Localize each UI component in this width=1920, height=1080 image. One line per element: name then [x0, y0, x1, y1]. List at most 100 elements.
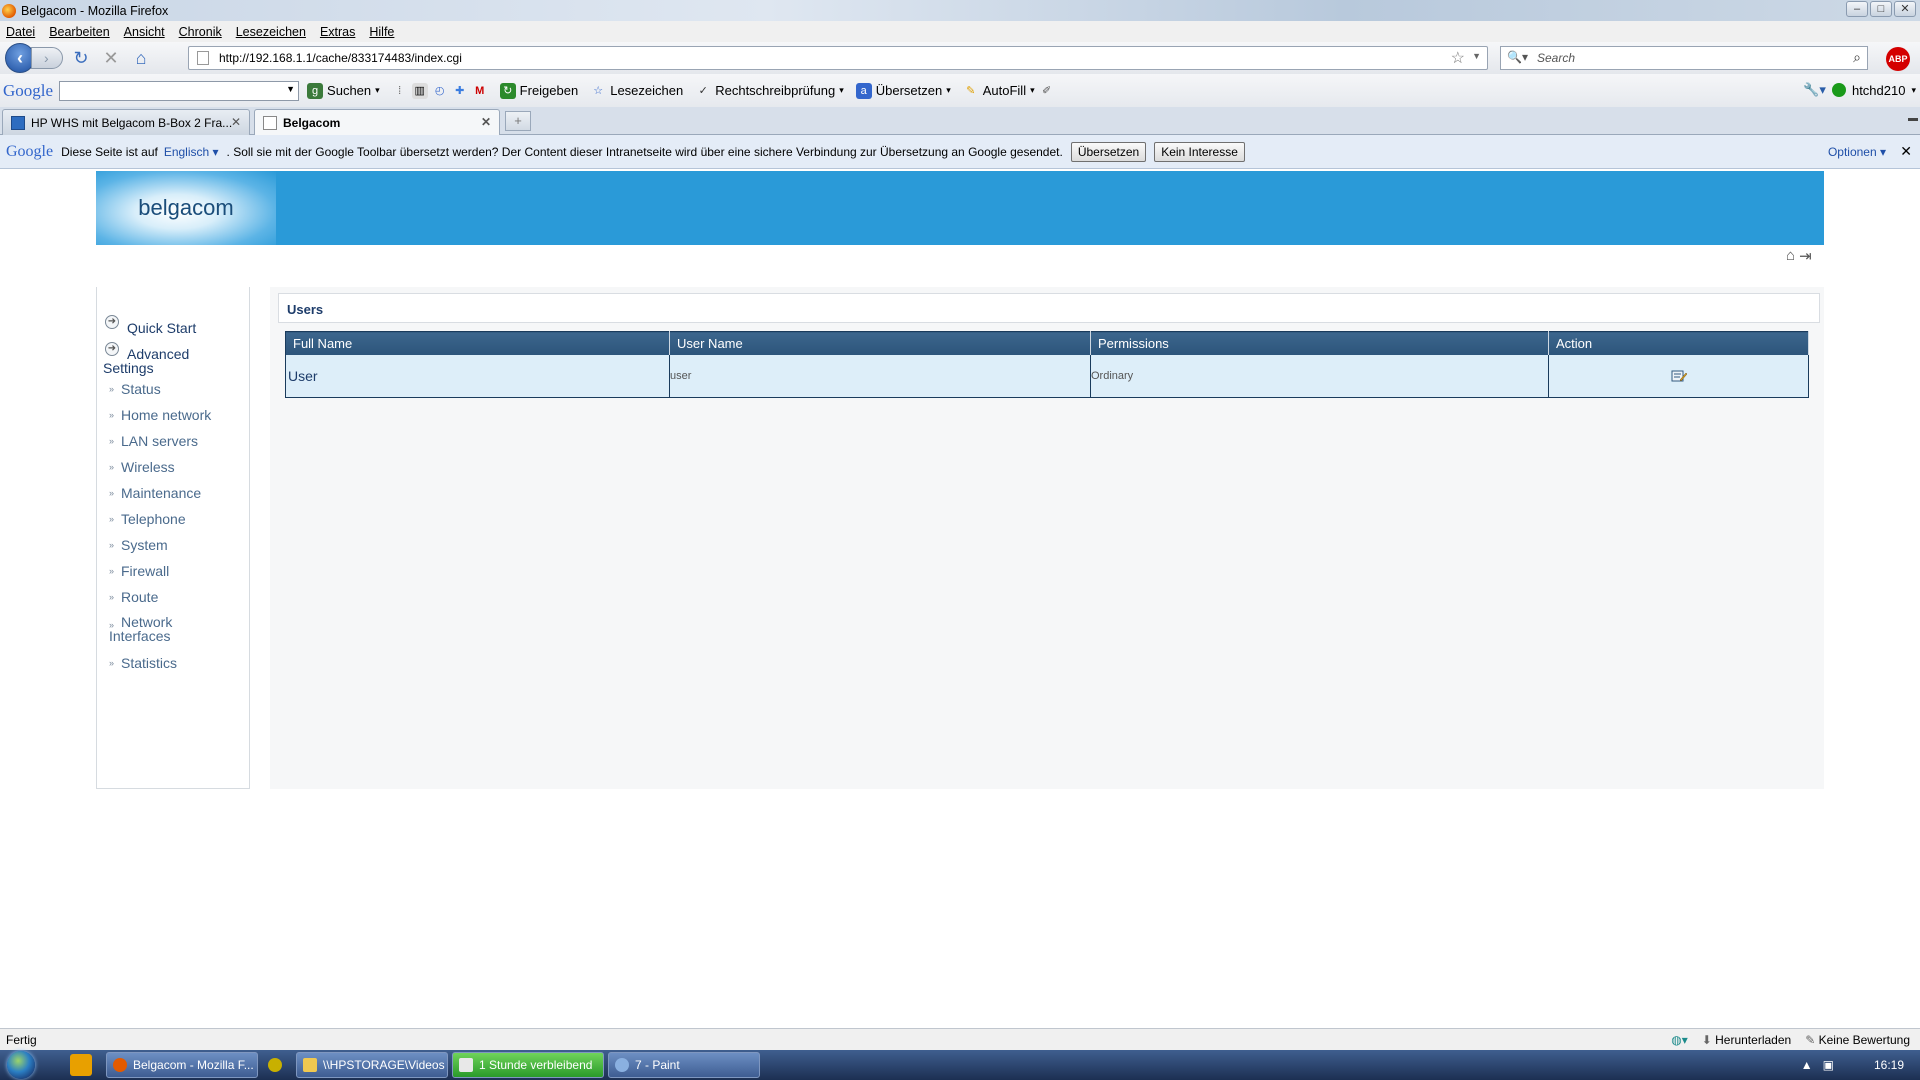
chevron-down-icon[interactable]: ▼	[286, 84, 295, 94]
rating-icon: ✎	[1805, 1033, 1816, 1047]
url-dropdown-icon[interactable]: ▼	[1472, 51, 1481, 61]
column-header-permissions: Permissions	[1090, 331, 1549, 355]
sidebar-item-statistics[interactable]: Statistics	[109, 655, 177, 671]
menu-extras[interactable]: Extras	[320, 25, 355, 39]
options-menu[interactable]: Optionen ▾	[1828, 145, 1886, 159]
tab-list-icon[interactable]: ▬	[1908, 113, 1918, 124]
tab-label: HP WHS mit Belgacom B-Box 2 Fra...	[31, 115, 233, 130]
sidebar-item-quick-start[interactable]: ➜ Quick Start	[105, 315, 196, 336]
highlight-icon[interactable]: ⁞	[392, 83, 408, 99]
google-account[interactable]: 🔧▾ htchd210 ▾	[1803, 82, 1916, 98]
cell-user-name: user	[669, 354, 1091, 398]
sidebar-item-network-interfaces[interactable]: Network Interfaces	[109, 615, 219, 643]
search-engine-icon[interactable]: 🔍▾	[1507, 50, 1528, 64]
sidebar-item-route[interactable]: Route	[109, 589, 158, 605]
translate-message: . Soll sie mit der Google Toolbar überse…	[226, 144, 1063, 159]
globe-icon[interactable]: ◍▾	[1671, 1033, 1688, 1047]
google-logo: Google	[6, 142, 54, 160]
translate-page-button[interactable]: Übersetzen	[1070, 141, 1147, 162]
clock-icon[interactable]: ◴	[432, 83, 448, 99]
menu-hilfe[interactable]: Hilfe	[369, 25, 394, 39]
quicklaunch-icon[interactable]	[70, 1054, 92, 1076]
sidebar-item-lan-servers[interactable]: LAN servers	[109, 433, 198, 449]
taskbar-item-paint[interactable]: 7 - Paint	[608, 1052, 760, 1078]
sidebar-item-status[interactable]: Status	[109, 381, 161, 397]
menu-lesezeichen[interactable]: Lesezeichen	[236, 25, 306, 39]
main-panel: Users Full Name User Name Permissions Ac…	[270, 287, 1824, 789]
menu-ansicht[interactable]: Ansicht	[124, 25, 165, 39]
spellcheck-button[interactable]: ✓ Rechtschreibprüfung ▾	[695, 83, 844, 99]
tab-label: Belgacom	[283, 115, 341, 130]
language-select[interactable]: Englisch ▾	[164, 145, 219, 159]
google-search-input[interactable]: ▼	[59, 80, 300, 101]
url-bar[interactable]: http://192.168.1.1/cache/833174483/index…	[188, 46, 1488, 70]
taskbar-item-app[interactable]	[262, 1052, 292, 1078]
stop-icon[interactable]: ✕	[99, 46, 123, 70]
paint-icon	[615, 1058, 629, 1072]
sidebar-item-wireless[interactable]: Wireless	[109, 459, 175, 475]
google-logo: Google	[3, 80, 54, 100]
tab-hp-whs[interactable]: HP WHS mit Belgacom B-Box 2 Fra... ✕	[2, 109, 250, 135]
download-icon: ⬇	[1701, 1033, 1712, 1047]
tab-belgacom[interactable]: Belgacom ✕	[254, 109, 500, 135]
maximize-button[interactable]: □	[1870, 1, 1892, 17]
settings-pencil-icon[interactable]: ✐	[1039, 83, 1055, 99]
translate-button[interactable]: a Übersetzen ▾	[855, 82, 951, 99]
close-tab-icon[interactable]: ✕	[481, 115, 491, 129]
clock[interactable]: 16:19	[1874, 1058, 1904, 1072]
logout-icon[interactable]: ⇥	[1799, 247, 1812, 265]
sidebar-item-telephone[interactable]: Telephone	[109, 511, 186, 527]
show-hidden-icons[interactable]: ▲	[1801, 1058, 1813, 1072]
column-header-action: Action	[1548, 331, 1809, 355]
sidebar-item-system[interactable]: System	[109, 537, 168, 553]
close-tab-icon[interactable]: ✕	[231, 115, 241, 129]
download-button[interactable]: ⬇ Herunterladen	[1702, 1033, 1791, 1047]
sidebar-item-firewall[interactable]: Firewall	[109, 563, 169, 579]
bookmark-star-icon[interactable]: ☆	[1451, 48, 1465, 68]
google-search-button[interactable]: g Suchen ▾	[307, 82, 380, 99]
arrow-right-icon: ➜	[105, 342, 119, 356]
home-icon[interactable]: ⌂	[129, 46, 153, 70]
adblock-icon[interactable]: ABP	[1886, 47, 1910, 71]
forward-button[interactable]: ›	[31, 47, 63, 69]
bookmarks-button[interactable]: ☆ Lesezeichen	[590, 83, 683, 99]
window-titlebar: Belgacom - Mozilla Firefox – □ ✕	[0, 0, 1920, 21]
menu-bearbeiten[interactable]: Bearbeiten	[49, 25, 109, 39]
taskbar-item-copy-progress[interactable]: 1 Stunde verbleibend	[452, 1052, 604, 1078]
translate-bar: Google Diese Seite ist auf Englisch ▾ . …	[0, 135, 1920, 169]
share-button[interactable]: ↻ Freigeben	[499, 82, 578, 99]
rating-button[interactable]: ✎ Keine Bewertung	[1805, 1033, 1910, 1047]
gmail-icon[interactable]: M	[472, 83, 488, 99]
no-interest-button[interactable]: Kein Interesse	[1154, 141, 1245, 162]
pagerank-icon[interactable]: ▥	[411, 82, 428, 99]
network-icon[interactable]: ▣	[1823, 1058, 1834, 1072]
close-icon[interactable]: ✕	[1900, 143, 1912, 160]
search-go-icon[interactable]: ⌕	[1853, 49, 1861, 66]
sidebar-item-advanced-settings[interactable]: ➜ Advanced Settings	[103, 342, 223, 375]
edit-icon[interactable]	[1671, 369, 1687, 383]
belgacom-logo: belgacom	[96, 171, 276, 245]
menu-bar: Datei Bearbeiten Ansicht Chronik Lesezei…	[0, 21, 1920, 42]
column-header-user-name: User Name	[669, 331, 1091, 355]
autofill-button[interactable]: ✎ AutoFill ▾ ✐	[963, 83, 1055, 99]
menu-datei[interactable]: Datei	[6, 25, 35, 39]
sidebar-item-home-network[interactable]: Home network	[109, 407, 211, 423]
toolbar-misc-icons[interactable]: ⁞ ▥ ◴ ✚ M	[392, 82, 488, 99]
home-icon[interactable]: ⌂	[1786, 247, 1795, 265]
taskbar-item-hpstorage[interactable]: \\HPSTORAGE\Videos	[296, 1052, 448, 1078]
google-user: htchd210	[1851, 82, 1906, 98]
google-g-icon: g	[307, 82, 324, 99]
menu-chronik[interactable]: Chronik	[179, 25, 222, 39]
app-icon	[268, 1058, 282, 1072]
new-tab-button[interactable]: +	[505, 111, 531, 131]
star-icon: ☆	[593, 84, 604, 97]
taskbar-item-firefox[interactable]: Belgacom - Mozilla F...	[106, 1052, 258, 1078]
search-input[interactable]: 🔍▾ Search ⌕	[1500, 46, 1868, 70]
close-button[interactable]: ✕	[1894, 1, 1916, 17]
minimize-button[interactable]: –	[1846, 1, 1868, 17]
sidebar-item-maintenance[interactable]: Maintenance	[109, 485, 201, 501]
reload-icon[interactable]: ↻	[69, 46, 93, 70]
puzzle-icon[interactable]: ✚	[452, 83, 468, 99]
start-button[interactable]	[0, 1050, 42, 1080]
wrench-icon[interactable]: 🔧▾	[1803, 82, 1826, 98]
